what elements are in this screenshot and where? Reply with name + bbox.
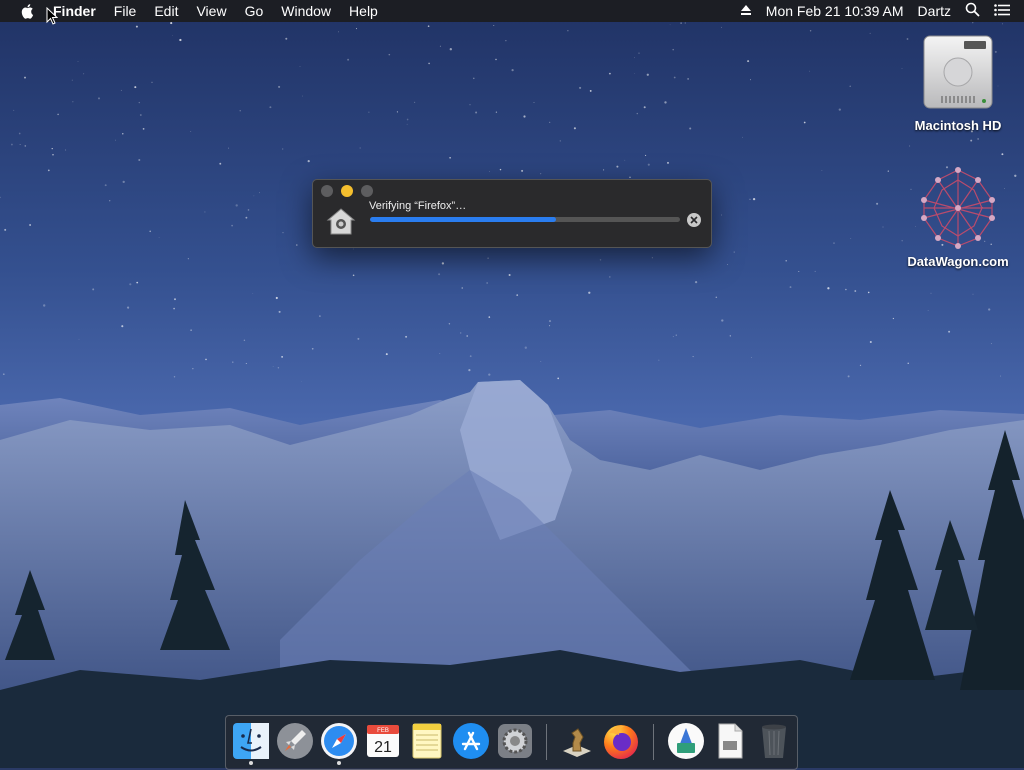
desktop-wallpaper: [0, 0, 1024, 768]
verify-progress-bar: [370, 217, 680, 222]
finder-icon: [233, 723, 269, 759]
dock-item-downloads[interactable]: [666, 721, 706, 761]
downloads-icon: [668, 723, 704, 759]
menu-user[interactable]: Dartz: [918, 0, 951, 22]
calendar-month: FEB: [377, 728, 389, 734]
network-sphere-icon: [916, 166, 1000, 250]
dock-item-trash[interactable]: [754, 721, 794, 761]
menu-go[interactable]: Go: [236, 0, 273, 22]
spotlight-search-icon[interactable]: [965, 2, 980, 20]
dock-item-system-preferences[interactable]: [495, 721, 535, 761]
dock-item-calendar[interactable]: FEB 21: [363, 721, 403, 761]
dock-item-firefox[interactable]: [601, 721, 641, 761]
dock-separator: [653, 724, 654, 760]
dock-item-launchpad[interactable]: [275, 721, 315, 761]
desktop-icon-label: Macintosh HD: [914, 118, 1002, 133]
desktop-icon-datawagon[interactable]: DataWagon.com: [898, 166, 1018, 269]
dock-separator: [546, 724, 547, 760]
hard-drive-icon: [916, 30, 1000, 114]
close-icon: [690, 216, 698, 224]
dock-item-notes[interactable]: [407, 721, 447, 761]
cancel-verify-button[interactable]: [687, 213, 701, 227]
verify-progress-window: Verifying “Firefox”…: [312, 179, 712, 248]
system-preferences-icon: [498, 724, 532, 758]
mouse-pointer-icon: [46, 6, 59, 30]
dock-item-finder[interactable]: [231, 721, 271, 765]
verify-progress-fill: [370, 217, 556, 222]
trash-icon: [762, 724, 786, 758]
menu-window[interactable]: Window: [272, 0, 340, 22]
safari-icon: [321, 723, 357, 759]
calendar-icon: FEB 21: [367, 725, 399, 757]
dock-item-document[interactable]: [710, 721, 750, 761]
desktop-icon-label: DataWagon.com: [907, 254, 1009, 269]
chess-icon: [563, 728, 591, 757]
menu-clock[interactable]: Mon Feb 21 10:39 AM: [766, 0, 904, 22]
eject-icon[interactable]: [740, 3, 752, 19]
dock-item-app-store[interactable]: [451, 721, 491, 761]
calendar-day: 21: [374, 739, 392, 756]
desktop-icon-macintosh-hd[interactable]: Macintosh HD: [898, 30, 1018, 133]
menu-bar: Finder File Edit View Go Window Help Mon…: [0, 0, 1024, 22]
zoom-window-button[interactable]: [361, 185, 373, 197]
menu-edit[interactable]: Edit: [145, 0, 187, 22]
dock: FEB 21: [225, 715, 798, 770]
menu-file[interactable]: File: [105, 0, 146, 22]
verify-title: Verifying “Firefox”…: [369, 200, 467, 212]
running-indicator: [249, 761, 253, 765]
dock-item-chess[interactable]: [557, 721, 597, 761]
dock-item-safari[interactable]: [319, 721, 359, 765]
window-controls: [321, 185, 373, 197]
notification-center-icon[interactable]: [994, 3, 1010, 19]
app-store-icon: [453, 723, 489, 759]
firefox-icon: [604, 725, 638, 759]
apple-menu-icon[interactable]: [19, 2, 37, 20]
menu-help[interactable]: Help: [340, 0, 387, 22]
document-icon: [718, 723, 743, 759]
notes-icon: [412, 723, 442, 759]
minimize-window-button[interactable]: [341, 185, 353, 197]
launchpad-icon: [277, 723, 313, 759]
security-house-icon: [326, 206, 356, 236]
close-window-button[interactable]: [321, 185, 333, 197]
menu-view[interactable]: View: [187, 0, 235, 22]
running-indicator: [337, 761, 341, 765]
